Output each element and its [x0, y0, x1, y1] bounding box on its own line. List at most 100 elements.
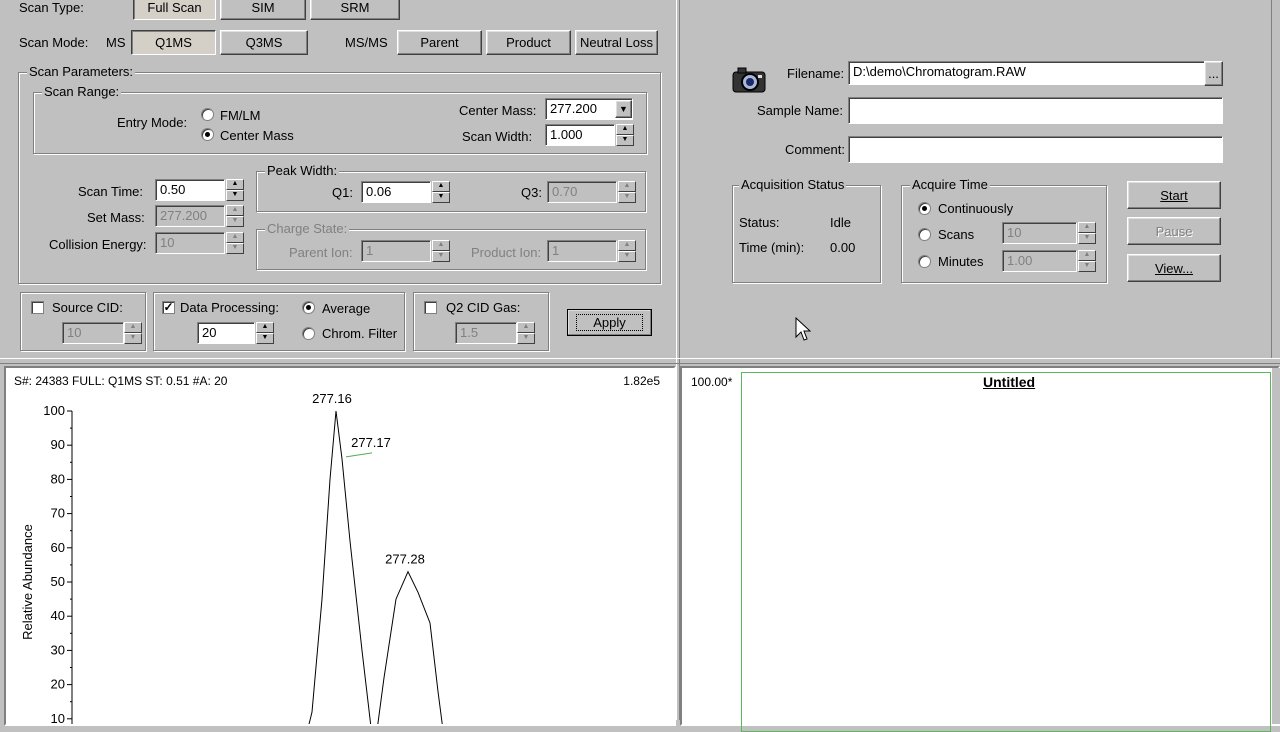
data-processing-checkbox[interactable]: ✓ [162, 301, 175, 314]
spectrum-profile-line [308, 410, 443, 724]
spectrum-chart: 10 20 30 40 50 60 70 80 90 100 Relative Abundance 2… [20, 391, 443, 724]
scan-parameters-group: Scan Parameters: Scan Range: Entry Mode:… [18, 64, 661, 284]
scans-input[interactable]: 10 [1002, 222, 1077, 244]
scan-parameters-title: Scan Parameters: [27, 64, 136, 79]
source-cid-label: Source CID: [52, 300, 123, 315]
y-tick-label: 80 [51, 471, 65, 486]
apply-label: Apply [576, 314, 643, 331]
scan-width-spinner[interactable]: ▲ ▼ [616, 124, 634, 146]
q2-cid-gas-spinner[interactable]: ▲ ▼ [517, 322, 535, 344]
data-processing-spinner[interactable]: ▲ ▼ [256, 322, 274, 344]
comment-input[interactable] [848, 136, 1223, 163]
y-tick-label: 100 [43, 403, 65, 418]
sim-button[interactable]: SIM [220, 0, 306, 20]
scans-value: 10 [1007, 225, 1022, 240]
source-cid-group: Source CID: 10 ▲ ▼ [20, 292, 146, 351]
q2-cid-gas-group: Q2 CID Gas: 1.5 ▲ ▼ [413, 292, 549, 351]
filename-input[interactable]: D:\demo\Chromatogram.RAW [848, 61, 1205, 85]
browse-button[interactable]: ... [1204, 61, 1223, 86]
minutes-input[interactable]: 1.00 [1002, 250, 1077, 272]
acquisition-status-title: Acquisition Status [739, 177, 847, 192]
acquisition-status-group: Acquisition Status Status: Idle Time (mi… [732, 177, 881, 283]
source-cid-checkbox[interactable] [31, 301, 44, 314]
source-cid-spinner[interactable]: ▲ ▼ [124, 322, 142, 344]
q2-cid-gas-value: 1.5 [460, 325, 479, 340]
mouse-cursor-icon [795, 317, 811, 341]
q1-peak-width-spinner[interactable]: ▲ ▼ [432, 181, 450, 203]
scan-width-input[interactable]: 1.000 [545, 124, 615, 146]
parent-ion-spinner[interactable]: ▲ ▼ [432, 240, 450, 262]
set-mass-input[interactable]: 277.200 [155, 205, 225, 227]
y-axis-label: Relative Abundance [20, 524, 35, 640]
data-processing-label: Data Processing: [180, 300, 279, 315]
pause-button[interactable]: Pause [1127, 217, 1221, 245]
center-mass-radio[interactable] [201, 128, 214, 141]
scans-label: Scans [938, 227, 975, 242]
y-tick-label: 50 [51, 574, 65, 589]
scan-time-input[interactable]: 0.50 [155, 179, 225, 201]
y-tick-label: 60 [51, 540, 65, 555]
neutral-loss-button[interactable]: Neutral Loss [575, 30, 658, 55]
minutes-value: 1.00 [1007, 253, 1033, 268]
ms-label: MS [106, 35, 126, 50]
minutes-label: Minutes [938, 254, 984, 269]
q3-peak-width-input[interactable]: 0.70 [547, 181, 617, 203]
scans-radio[interactable] [918, 228, 931, 241]
q3ms-button[interactable]: Q3MS [220, 30, 308, 55]
y-tick-label: 90 [51, 437, 65, 452]
q1-peak-width-input[interactable]: 0.06 [361, 181, 431, 203]
chrom-filter-radio[interactable] [302, 327, 315, 340]
start-button[interactable]: Start [1127, 181, 1221, 209]
spectrum-panel: S#: 24383 FULL: Q1MS ST: 0.51 #A: 20 1.8… [4, 366, 676, 726]
fm-lm-radio[interactable] [201, 108, 214, 121]
continuously-label: Continuously [938, 201, 1014, 216]
peak-label: 277.17 [351, 435, 391, 450]
average-radio[interactable] [302, 301, 315, 314]
apply-button[interactable]: Apply [567, 309, 652, 336]
camera-icon [732, 67, 766, 93]
sample-name-input[interactable] [848, 97, 1223, 124]
srm-button[interactable]: SRM [310, 0, 400, 20]
center-mass-dropdown-button[interactable]: ▼ [615, 100, 632, 118]
chrom-filter-label: Chrom. Filter [322, 326, 398, 341]
source-cid-value: 10 [67, 325, 82, 340]
collision-energy-input[interactable]: 10 [155, 232, 225, 254]
product-ion-input[interactable]: 1 [547, 240, 617, 262]
horizontal-splitter[interactable] [0, 358, 1280, 364]
q1ms-button[interactable]: Q1MS [131, 30, 216, 55]
full-scan-button[interactable]: Full Scan [133, 0, 216, 20]
minutes-spinner[interactable]: ▲ ▼ [1078, 250, 1096, 272]
chromatogram-y-max: 100.00* [691, 375, 733, 389]
y-tick-label: 70 [51, 506, 65, 521]
scans-spinner[interactable]: ▲ ▼ [1078, 222, 1096, 244]
comment-label: Comment: [785, 142, 845, 157]
status-label: Status: [739, 215, 780, 230]
view-label: View... [1154, 260, 1194, 276]
chromatogram-panel: 100.00* Untitled [680, 366, 1280, 732]
continuously-radio[interactable] [918, 202, 931, 215]
parent-ion-label: Parent Ion: [289, 245, 353, 260]
y-tick-label: 40 [51, 608, 65, 623]
view-button[interactable]: View... [1127, 254, 1221, 282]
q2-cid-gas-checkbox[interactable] [424, 301, 437, 314]
set-mass-label: Set Mass: [87, 210, 145, 225]
browse-label: ... [1208, 66, 1219, 81]
parent-ion-input[interactable]: 1 [361, 240, 431, 262]
minutes-radio[interactable] [918, 255, 931, 268]
data-processing-input[interactable]: 20 [197, 322, 255, 344]
product-button[interactable]: Product [486, 30, 571, 55]
status-value: Idle [830, 215, 851, 230]
acquire-time-group: Acquire Time Continuously Scans 10 ▲ ▼ Mi… [901, 177, 1107, 283]
q3-peak-width-spinner[interactable]: ▲ ▼ [618, 181, 636, 203]
data-processing-group: ✓ Data Processing: 20 ▲ ▼ Average Chrom. … [153, 292, 405, 351]
collision-energy-spinner[interactable]: ▲ ▼ [226, 232, 244, 254]
scan-time-spinner[interactable]: ▲ ▼ [226, 179, 244, 201]
peak-width-title: Peak Width: [265, 163, 340, 178]
parent-button[interactable]: Parent [397, 30, 482, 55]
source-cid-input[interactable]: 10 [62, 322, 124, 344]
average-label: Average [322, 301, 371, 316]
q2-cid-gas-input[interactable]: 1.5 [455, 322, 517, 344]
set-mass-spinner[interactable]: ▲ ▼ [226, 205, 244, 227]
product-ion-spinner[interactable]: ▲ ▼ [618, 240, 636, 262]
scan-range-title: Scan Range: [42, 84, 122, 99]
